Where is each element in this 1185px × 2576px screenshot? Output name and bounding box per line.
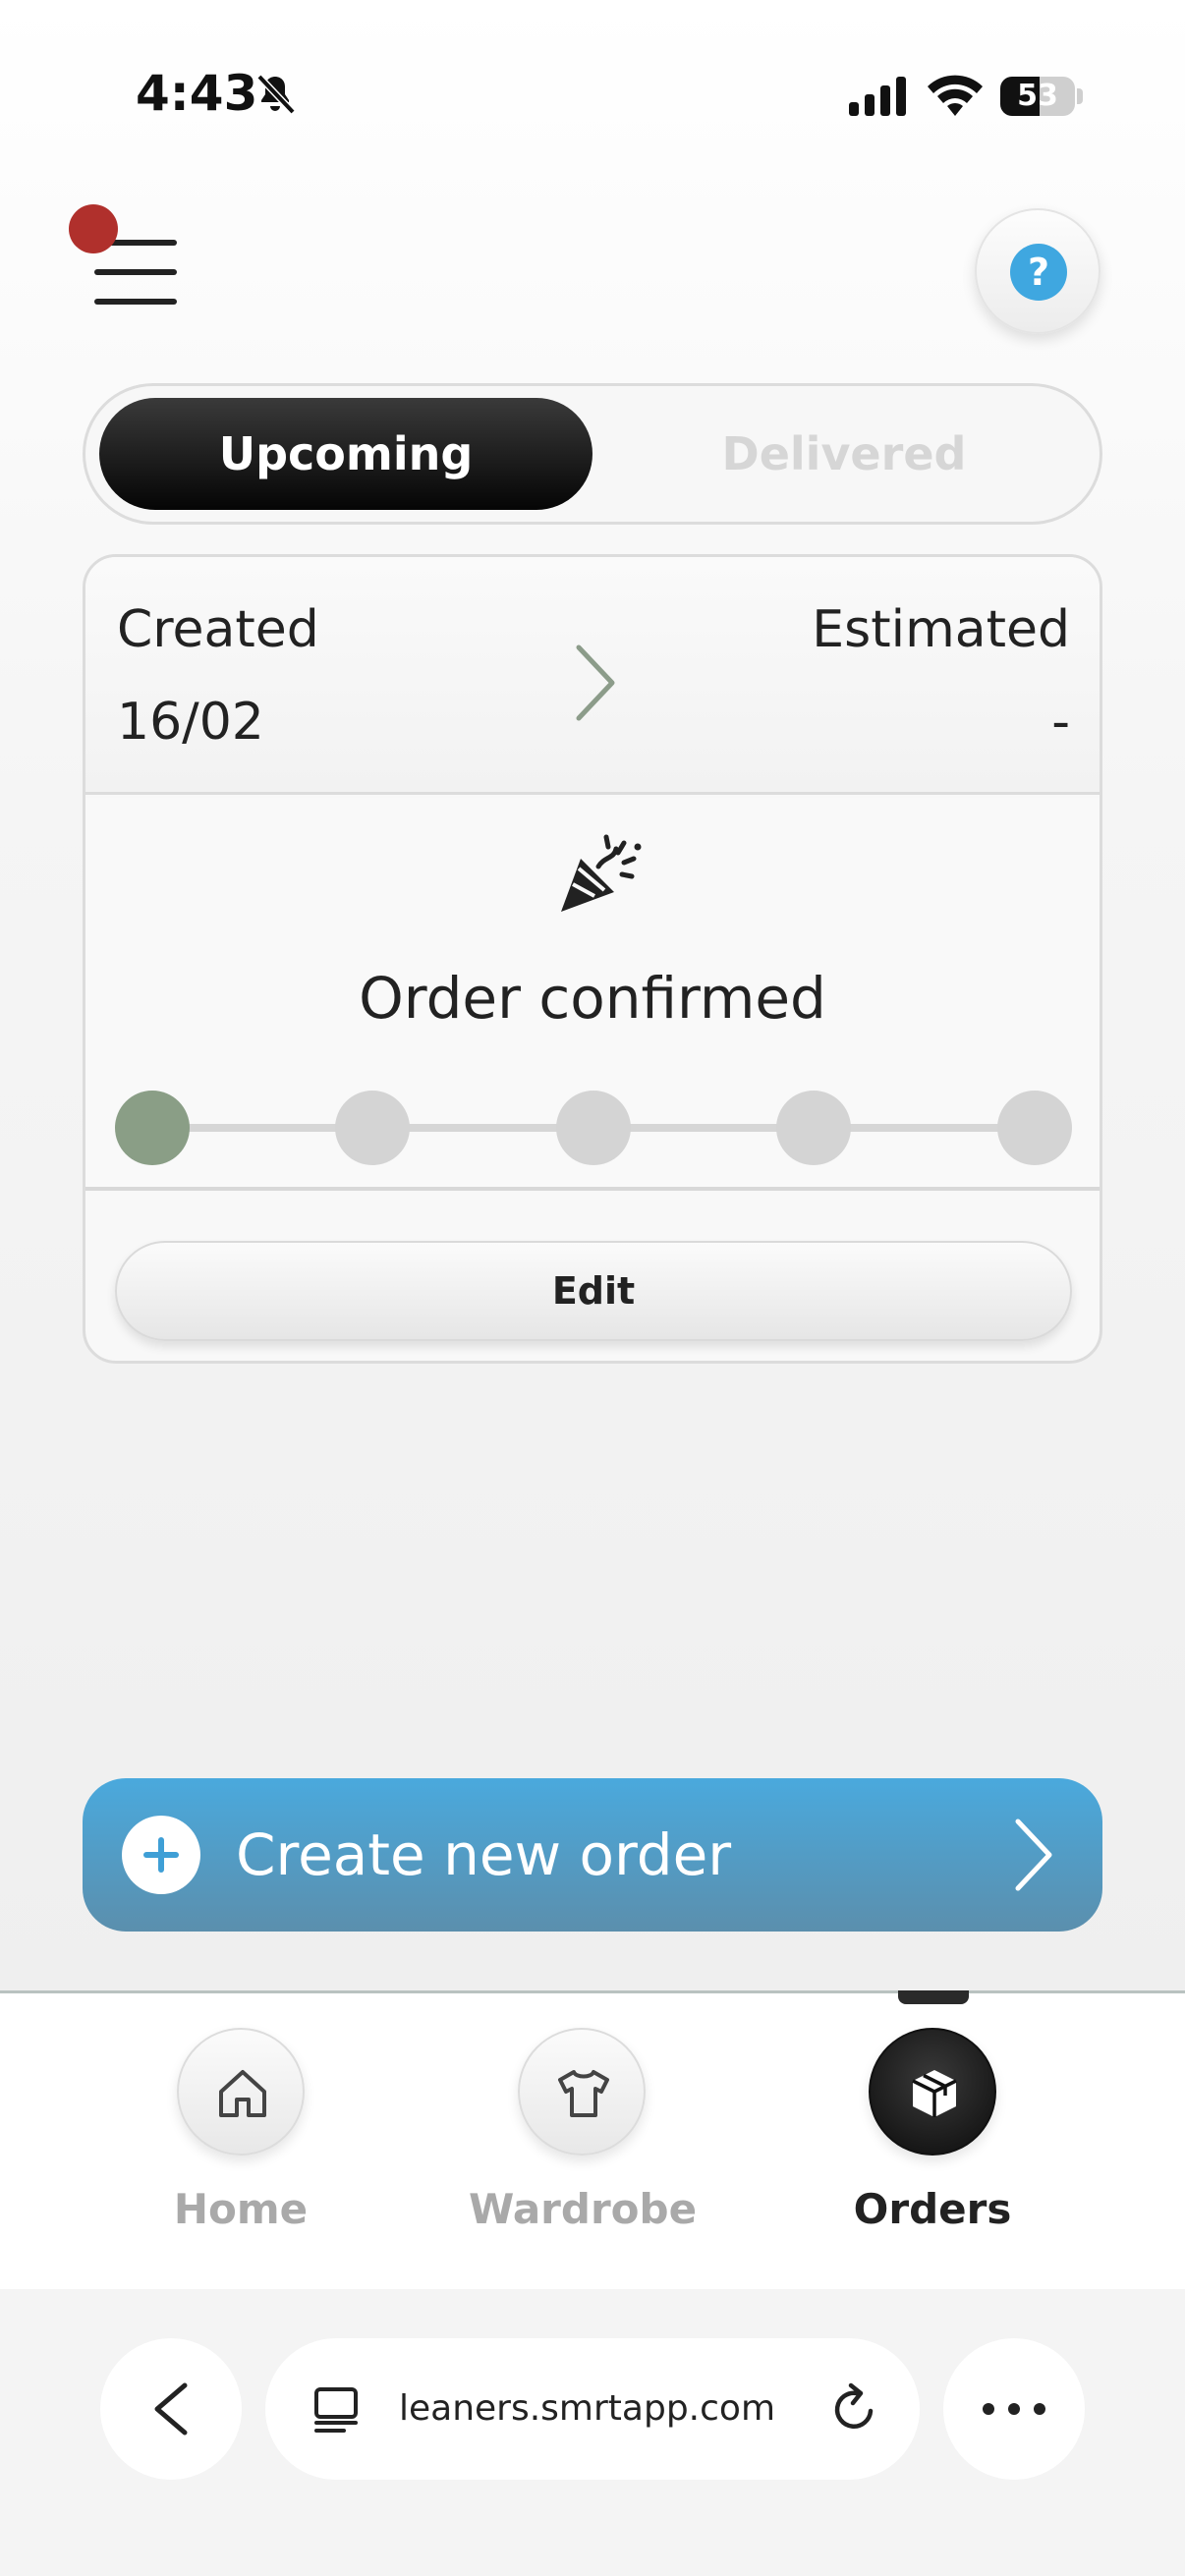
nav-label-orders: Orders (853, 2185, 1012, 2233)
back-chevron-icon (154, 2382, 188, 2436)
estimated-label: Estimated (812, 600, 1070, 659)
order-filter-segment: Upcoming Delivered (83, 383, 1102, 525)
home-button[interactable] (177, 2028, 305, 2156)
tab-bar-divider (0, 1990, 1185, 1993)
nav-label-wardrobe: Wardrobe (469, 2185, 698, 2233)
progress-step (776, 1091, 851, 1165)
nav-label-home: Home (173, 2185, 309, 2233)
created-label: Created (117, 600, 319, 659)
order-status-title: Order confirmed (359, 965, 826, 1032)
tab-delivered[interactable]: Delivered (596, 398, 1092, 510)
chevron-right-icon (576, 644, 615, 721)
order-progress-tracker (115, 1091, 1072, 1165)
created-value: 16/02 (117, 693, 264, 752)
edit-order-button[interactable]: Edit (115, 1241, 1072, 1341)
browser-more-button[interactable] (943, 2338, 1085, 2480)
nav-item-home[interactable]: Home (128, 2028, 354, 2244)
notification-dot (69, 204, 118, 253)
battery-icon: 53 (1000, 77, 1075, 116)
url-text: leaners.smrtapp.com (399, 2388, 776, 2429)
active-tab-indicator (898, 1990, 969, 2004)
create-new-order-button[interactable]: Create new order (83, 1778, 1102, 1932)
plus-circle-icon (122, 1816, 200, 1894)
chevron-right-icon (1015, 1819, 1052, 1891)
more-dots-icon (983, 2403, 1045, 2415)
progress-step (556, 1091, 631, 1165)
status-time: 4:43 (136, 65, 258, 122)
estimated-value: - (1051, 693, 1070, 752)
battery-percent: 53 (1017, 79, 1058, 113)
order-card: Created 16/02 Estimated - Order confirme… (83, 554, 1102, 1364)
browser-back-button[interactable] (100, 2338, 242, 2480)
wifi-icon (928, 75, 983, 116)
wardrobe-button[interactable] (518, 2028, 646, 2156)
tabs-icon (314, 2387, 358, 2433)
tab-upcoming[interactable]: Upcoming (99, 398, 592, 510)
bell-off-icon (256, 74, 296, 115)
reload-icon[interactable] (827, 2381, 882, 2436)
party-popper-icon (561, 834, 642, 912)
create-new-order-label: Create new order (236, 1821, 732, 1888)
nav-item-wardrobe[interactable]: Wardrobe (469, 2028, 698, 2244)
order-card-header[interactable]: Created 16/02 Estimated - (85, 557, 1100, 795)
order-status-section: Order confirmed (85, 798, 1100, 1191)
help-button[interactable]: ? (975, 208, 1100, 334)
question-mark-icon: ? (1010, 244, 1067, 301)
t-shirt-icon (558, 2070, 609, 2117)
status-bar: 4:43 53 (0, 0, 1185, 187)
orders-button[interactable] (869, 2028, 996, 2156)
progress-step (335, 1091, 410, 1165)
battery-tip (1077, 88, 1083, 104)
package-box-icon (912, 2070, 957, 2117)
browser-toolbar: leaners.smrtapp.com (0, 2289, 1185, 2576)
progress-step (997, 1091, 1072, 1165)
cellular-signal-icon (849, 77, 906, 116)
nav-item-orders[interactable]: Orders (819, 2028, 1045, 2244)
address-bar[interactable]: leaners.smrtapp.com (265, 2338, 920, 2480)
progress-step (115, 1091, 190, 1165)
home-icon (219, 2070, 266, 2117)
